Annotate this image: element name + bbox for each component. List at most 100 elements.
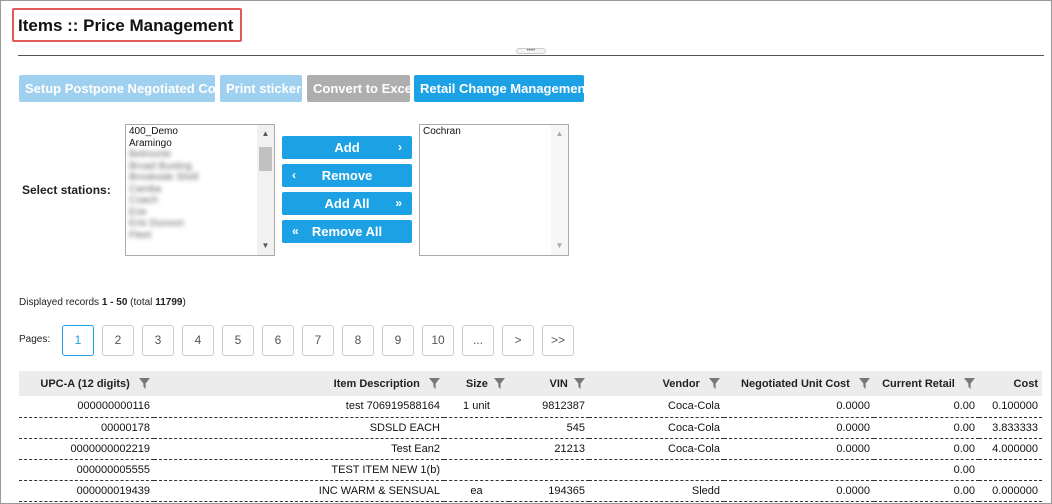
page-button[interactable]: 1 [62, 325, 94, 356]
cell-vin: 545 [509, 417, 589, 439]
col-header-vendor-label: Vendor [662, 377, 700, 390]
filter-icon[interactable] [429, 378, 440, 390]
table-row[interactable]: 000000019439 INC WARM & SENSUAL ea 194365 Sl… [19, 480, 1042, 502]
add-all-button[interactable]: Add All » [282, 192, 412, 215]
add-button[interactable]: Add › [282, 136, 412, 159]
station-option[interactable]: Broad Busting [126, 161, 274, 173]
add-all-button-label: Add All [324, 196, 370, 211]
remove-all-button[interactable]: « Remove All [282, 220, 412, 243]
select-stations-label: Select stations: [22, 183, 111, 197]
col-header-vin[interactable]: VIN [509, 371, 589, 396]
selected-station-option[interactable]: Cochran [420, 126, 568, 138]
scroll-up-arrow-icon[interactable]: ▲ [257, 127, 274, 141]
station-option[interactable]: Camba [126, 184, 274, 196]
col-header-neg-cost[interactable]: Negotiated Unit Cost [724, 371, 874, 396]
records-mid: (total [127, 297, 156, 308]
print-stickers-button[interactable]: Print stickers [220, 75, 308, 102]
table-header-row: UPC-A (12 digits) Item Description Size … [19, 371, 1042, 396]
col-header-desc[interactable]: Item Description [154, 371, 444, 396]
station-option[interactable]: Erie [126, 207, 274, 219]
filter-icon[interactable] [494, 378, 505, 390]
col-header-upc[interactable]: UPC-A (12 digits) [19, 371, 154, 396]
items-table: UPC-A (12 digits) Item Description Size … [19, 371, 1042, 502]
records-summary: Displayed records 1 - 50 (total 11799) [19, 297, 186, 308]
station-option[interactable]: 400_Demo [126, 126, 274, 138]
filter-icon[interactable] [139, 378, 150, 390]
available-list-scrollbar[interactable]: ▲ ▼ [257, 125, 274, 255]
pages-label: Pages: [19, 334, 51, 345]
col-header-upc-label: UPC-A (12 digits) [40, 377, 130, 390]
col-header-vin-label: VIN [549, 377, 568, 390]
cell-neg-cost: 0.0000 [724, 438, 874, 460]
records-range: 1 - 50 [101, 297, 128, 308]
col-header-vendor[interactable]: Vendor [589, 371, 724, 396]
station-option[interactable]: Erie Dunson [126, 218, 274, 230]
cell-vin: 21213 [509, 438, 589, 460]
station-option[interactable]: Coach [126, 195, 274, 207]
chevron-right-icon: › [398, 140, 402, 154]
setup-postpone-button[interactable]: Setup Postpone Negotiated Cost [19, 75, 227, 102]
filter-icon[interactable] [859, 378, 870, 390]
page-button[interactable]: > [502, 325, 534, 356]
splitter-handle[interactable]: •••• [516, 48, 546, 54]
selected-list-scrollbar[interactable]: ▲ ▼ [551, 125, 568, 255]
col-header-retail[interactable]: Current Retail [874, 371, 979, 396]
records-total: 11799 [155, 297, 183, 308]
table-row[interactable]: 00000178 SDSLD EACH 545 Coca-Cola 0.0000 0.00… [19, 417, 1042, 439]
retail-change-management-button[interactable]: Retail Change Management [414, 75, 590, 102]
cell-upc: 000000005555 [19, 459, 154, 481]
add-button-label: Add [334, 140, 360, 155]
cell-vin: 9812387 [509, 396, 589, 418]
filter-icon[interactable] [574, 378, 585, 390]
cell-size [444, 417, 509, 439]
cell-cost: 4.000000 [979, 438, 1042, 460]
table-row[interactable]: 000000005555 TEST ITEM NEW 1(b) 0.00 [19, 459, 1042, 481]
convert-to-excel-button[interactable]: Convert to Excel [307, 75, 416, 102]
cell-cost: 0.000000 [979, 480, 1042, 502]
scroll-up-arrow-icon[interactable]: ▲ [551, 127, 568, 141]
station-option[interactable]: Aramingo [126, 138, 274, 150]
cell-size: 1 unit [444, 396, 509, 418]
cell-retail: 0.00 [874, 459, 979, 481]
page-button[interactable]: 10 [422, 325, 454, 356]
cell-size: ea [444, 480, 509, 502]
col-header-retail-label: Current Retail [882, 377, 955, 390]
scroll-down-arrow-icon[interactable]: ▼ [257, 239, 274, 253]
scroll-thumb[interactable] [259, 147, 272, 171]
cell-neg-cost: 0.0000 [724, 480, 874, 502]
filter-icon[interactable] [964, 378, 975, 390]
header-divider [18, 55, 1044, 56]
page-button[interactable]: 2 [102, 325, 134, 356]
col-header-neg-cost-label: Negotiated Unit Cost [741, 377, 850, 390]
col-header-cost[interactable]: Cost [979, 371, 1042, 396]
remove-button-label: Remove [321, 168, 373, 183]
scroll-down-arrow-icon[interactable]: ▼ [551, 239, 568, 253]
page-button[interactable]: 7 [302, 325, 334, 356]
remove-button[interactable]: ‹ Remove [282, 164, 412, 187]
page-button[interactable]: 3 [142, 325, 174, 356]
page-button[interactable]: 6 [262, 325, 294, 356]
cell-vendor: Coca-Cola [589, 417, 724, 439]
station-option[interactable]: Belmonte [126, 149, 274, 161]
station-option[interactable]: Fleet [126, 230, 274, 242]
remove-all-button-label: Remove All [311, 224, 383, 239]
table-row[interactable]: 000000000116 test 706919588164 1 unit 98123… [19, 396, 1042, 418]
page-button[interactable]: 9 [382, 325, 414, 356]
page-button[interactable]: >> [542, 325, 574, 356]
filter-icon[interactable] [709, 378, 720, 390]
page-button[interactable]: 5 [222, 325, 254, 356]
col-header-size[interactable]: Size [444, 371, 509, 396]
page-button[interactable]: 4 [182, 325, 214, 356]
table-row[interactable]: 0000000002219 Test Ean2 21213 Coca-Cola 0.00… [19, 438, 1042, 460]
col-header-size-label: Size [465, 377, 488, 390]
selected-stations-list[interactable]: Cochran ▲ ▼ [419, 124, 569, 256]
page-button[interactable]: ... [462, 325, 494, 356]
double-chevron-left-icon: « [292, 224, 299, 238]
cell-upc: 00000178 [19, 417, 154, 439]
cell-desc: SDSLD EACH [154, 417, 444, 439]
cell-retail: 0.00 [874, 438, 979, 460]
cell-neg-cost [724, 459, 874, 481]
station-option[interactable]: Brookside Shell [126, 172, 274, 184]
available-stations-list[interactable]: 400_Demo Aramingo Belmonte Broad Busting Bro… [125, 124, 275, 256]
page-button[interactable]: 8 [342, 325, 374, 356]
